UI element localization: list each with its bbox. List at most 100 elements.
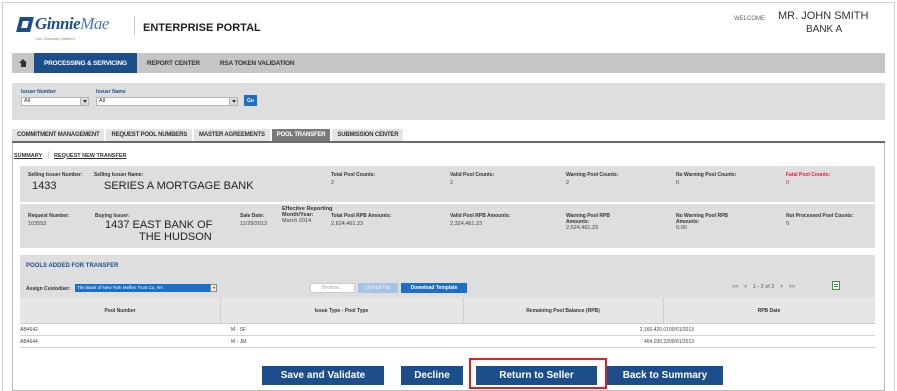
transfer-summary-row-2: Request Number: 103553 Buying Issuer: 14… [20, 204, 875, 248]
chevron-down-icon [80, 98, 88, 105]
tab-request-pool-numbers[interactable]: REQUEST POOL NUMBERS [106, 129, 193, 141]
nav-rsa-token-validation[interactable]: RSA TOKEN VALIDATION [210, 53, 304, 73]
table-row[interactable]: AB4642 M - SF 2,160,420.01 09/01/2013 [20, 324, 875, 336]
selling-issuer-number-value: 1433 [32, 180, 57, 192]
not-processed-label: Not Processed Pool Counts: [786, 213, 854, 219]
warning-pool-counts-value: 2 [566, 180, 570, 186]
tab-pool-transfer[interactable]: POOL TRANSFER [271, 129, 331, 141]
chevron-down-icon [229, 98, 237, 105]
pager-prev-button[interactable]: < [744, 284, 747, 290]
nav-report-center[interactable]: REPORT CENTER [137, 53, 210, 73]
warning-pool-counts-cell: Warning Pool Counts: 2 [566, 172, 618, 187]
chevron-down-icon [210, 284, 217, 292]
table-row[interactable]: AB4644 M - JM 464,030.22 09/01/2013 [20, 336, 875, 348]
issuer-number-label: Issuer Number [21, 89, 57, 95]
sale-date-label: Sale Date: [240, 213, 265, 219]
total-pool-counts-label: Total Pool Counts: [331, 172, 376, 178]
sub-links: SUMMARY | REQUEST NEW TRANSFER [14, 152, 126, 159]
save-and-validate-button[interactable]: Save and Validate [262, 366, 384, 385]
pager-first-button[interactable]: << [732, 284, 738, 290]
pager-last-button[interactable]: >> [789, 284, 795, 290]
tab-master-agreements[interactable]: MASTER AGREEMENTS [194, 129, 270, 141]
pager-status: 1 - 2 of 2 [752, 284, 775, 290]
total-pool-counts-cell: Total Pool Counts: 2 [331, 172, 375, 187]
total-rpb-label: Total Pool RPB Amounts: [331, 213, 392, 219]
request-number-value: 103553 [28, 221, 47, 227]
home-button[interactable] [12, 53, 34, 73]
selling-issuer-name-value: SERIES A MORTGAGE BANK [104, 180, 254, 192]
decline-button[interactable]: Decline [401, 366, 463, 385]
tab-commitment-management[interactable]: COMMITMENT MANAGEMENT [12, 129, 105, 141]
no-warning-pool-counts-value: 0 [676, 180, 680, 186]
user-name: MR. JOHN SMITH [778, 10, 869, 22]
total-pool-counts-value: 2 [331, 180, 335, 186]
cell-issue-type: M - SF [231, 327, 246, 333]
upload-file-button[interactable]: Upload File [358, 283, 398, 293]
issuer-name-select[interactable]: All [96, 97, 238, 106]
custodian-select[interactable]: The Bank of New York Mellon Trust Co, NA [75, 284, 217, 292]
buying-issuer-cell: Buying Issuer: 1437 EAST BANK OF THE HUD… [95, 213, 212, 243]
valid-pool-counts-value: 2 [450, 180, 454, 186]
logo-tagline: Our Guaranty Matters [36, 36, 75, 41]
download-template-button[interactable]: Download Template [401, 283, 467, 293]
total-rpb-value: 2,624,461.23 [331, 221, 364, 227]
cell-pool-number: AB4642 [20, 327, 38, 333]
cell-issue-type: M - JM [231, 339, 247, 345]
tab-submission-center[interactable]: SUBMISSION CENTER [332, 129, 404, 141]
assign-custodian-label: Assign Custodian: [26, 286, 71, 292]
no-warning-pool-counts-cell: No Warning Pool Counts: 0 [676, 172, 736, 187]
cell-rpb-date: 09/01/2013 [669, 327, 695, 333]
warning-pool-counts-label: Warning Pool Counts: [566, 172, 619, 178]
effective-reporting-cell: Effective Reporting Month/Year: March 20… [282, 206, 332, 225]
logo-text: GinnieMae [35, 14, 109, 34]
col-pool-number[interactable]: Pool Number [20, 308, 220, 314]
fatal-pool-counts-value: 0 [786, 180, 790, 186]
link-divider: | [47, 152, 50, 159]
go-button[interactable]: Go [244, 95, 257, 106]
cell-rpb-date: 09/01/2013 [669, 339, 695, 345]
buying-issuer-line-1: 1437 EAST BANK OF [105, 219, 213, 231]
not-processed-value: 0 [786, 221, 790, 227]
cell-rpb: 2,160,420.01 [639, 327, 669, 333]
logo-text-mae: Mae [80, 14, 109, 33]
valid-pool-counts-cell: Valid Pool Counts: 2 [450, 172, 494, 187]
ginnie-mae-logo[interactable]: GinnieMae [16, 14, 109, 34]
portal-title: ENTERPRISE PORTAL [143, 22, 261, 34]
header-divider [134, 16, 135, 36]
request-number-label: Request Number: [28, 213, 70, 219]
export-excel-icon[interactable] [832, 281, 840, 290]
welcome-label: WELCOME [734, 16, 766, 22]
sale-date-value: 11/29/2013 [240, 221, 268, 227]
col-rpb-date[interactable]: RPB Date [663, 308, 875, 314]
back-to-summary-button[interactable]: Back to Summary [607, 366, 723, 385]
selling-issuer-number-label: Selling Issuer Number: [28, 172, 83, 178]
selling-issuer-name-cell: Selling Issuer Name: SERIES A MORTGAGE B… [94, 172, 254, 192]
user-bank: BANK A [806, 24, 843, 35]
issuer-number-value: All [24, 98, 31, 104]
valid-pool-counts-label: Valid Pool Counts: [450, 172, 495, 178]
sale-date-cell: Sale Date: 11/29/2013 [240, 213, 267, 228]
return-to-seller-highlight [469, 358, 607, 389]
logo-mark-icon [16, 16, 34, 32]
pools-added-section: POOLS ADDED FOR TRANSFER Assign Custodia… [20, 255, 875, 298]
col-rpb[interactable]: Remaining Pool Balance (RPB) [463, 308, 663, 314]
cell-rpb: 464,030.22 [643, 339, 669, 345]
table-header: Pool Number Issue Type - Pool Type Remai… [20, 298, 875, 324]
col-issue-type[interactable]: Issue Type - Pool Type [220, 308, 463, 314]
selling-issuer-number-cell: Selling Issuer Number: 1433 [28, 172, 82, 192]
summary-link[interactable]: SUMMARY [14, 153, 42, 159]
cell-pool-number: AB4644 [20, 339, 38, 345]
valid-rpb-cell: Valid Pool RPB Amounts: 2,324,461.23 [450, 213, 510, 228]
transfer-summary-row-1: Selling Issuer Number: 1433 Selling Issu… [20, 166, 875, 202]
nav-processing-servicing[interactable]: PROCESSING & SERVICING [34, 53, 137, 73]
request-new-transfer-link[interactable]: REQUEST NEW TRANSFER [54, 153, 126, 159]
fatal-pool-counts-cell: Fatal Pool Counts: 0 [786, 172, 830, 187]
issuer-number-select[interactable]: All [21, 97, 89, 106]
no-warning-rpb-cell: No Warning Pool RPB Amounts: 0.00 [676, 213, 728, 232]
fatal-pool-counts-label: Fatal Pool Counts: [786, 172, 831, 178]
pools-added-title: POOLS ADDED FOR TRANSFER [26, 263, 119, 269]
pager-next-button[interactable]: > [780, 284, 783, 290]
no-warning-pool-counts-label: No Warning Pool Counts: [676, 172, 737, 178]
valid-rpb-label: Valid Pool RPB Amounts: [450, 213, 511, 219]
browse-file-button[interactable]: Browse... [310, 283, 355, 293]
